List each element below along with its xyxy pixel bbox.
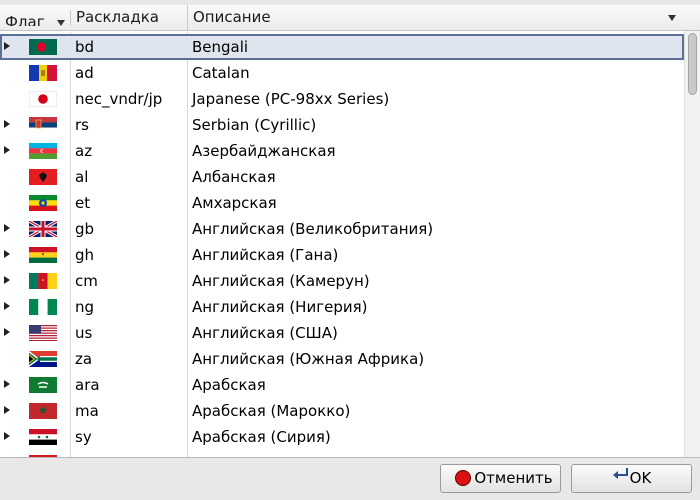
- list-row[interactable]: az Азербайджанская: [0, 138, 684, 164]
- list-row[interactable]: sy Арабская (Сирия): [0, 424, 684, 450]
- list-row[interactable]: cm Английская (Камерун): [0, 268, 684, 294]
- ok-button[interactable]: OK: [571, 464, 692, 493]
- layout-code: ma: [75, 402, 99, 420]
- layout-code: sy: [75, 428, 92, 446]
- flag-us-icon: [29, 325, 57, 341]
- scrollbar-thumb[interactable]: [688, 33, 697, 95]
- list-rows: bd Bengali ad Catalan nec_vndr/jp Japanese (P…: [0, 32, 684, 457]
- layout-description: Арабская (Марокко): [192, 402, 351, 420]
- flag-sy-icon: [29, 429, 57, 445]
- expander-arrow-icon[interactable]: [4, 276, 10, 284]
- layout-description: Английская (Нигерия): [192, 298, 368, 316]
- layout-code: ad: [75, 64, 94, 82]
- ok-label: OK: [629, 469, 652, 487]
- expander-arrow-icon[interactable]: [4, 302, 10, 310]
- flag-al-icon: [29, 169, 57, 185]
- layout-description: Английская (Гана): [192, 246, 339, 264]
- layout-code: gb: [75, 220, 95, 238]
- flag-ng-icon: [29, 299, 57, 315]
- layout-description: Английская (Южная Африка): [192, 350, 425, 368]
- layout-description: Английская (США): [192, 324, 338, 342]
- cancel-icon: [455, 469, 472, 486]
- list-row[interactable]: za Английская (Южная Африка): [0, 346, 684, 372]
- flag-et-icon: [29, 195, 57, 211]
- list-row[interactable]: ad Catalan: [0, 60, 684, 86]
- layout-code: cm: [75, 272, 98, 290]
- column-menu-arrow-icon: [668, 15, 676, 21]
- list-header: Флаг Раскладка Описание: [0, 5, 700, 31]
- flag-ara-icon: [29, 377, 57, 393]
- layout-description: Английская (Великобритания): [192, 220, 434, 238]
- layout-description: Bengali: [192, 38, 249, 56]
- list-row[interactable]: ara Арабская: [0, 372, 684, 398]
- expander-arrow-icon[interactable]: [4, 224, 10, 232]
- layout-code: rs: [75, 116, 89, 134]
- flag-rs-icon: [29, 117, 57, 133]
- list-row[interactable]: us Английская (США): [0, 320, 684, 346]
- flag-za-icon: [29, 351, 57, 367]
- column-header-flag-label: Флаг: [5, 13, 45, 26]
- list-row[interactable]: gb Английская (Великобритания): [0, 216, 684, 242]
- list-row[interactable]: А: [0, 450, 684, 457]
- layout-code: bd: [75, 38, 95, 56]
- layout-code: az: [75, 142, 93, 160]
- expander-arrow-icon[interactable]: [4, 406, 10, 414]
- layout-description: Арабская: [192, 376, 266, 394]
- list-row[interactable]: rs Serbian (Cyrillic): [0, 112, 684, 138]
- layout-code: al: [75, 168, 89, 186]
- expander-arrow-icon[interactable]: [4, 42, 10, 50]
- list-row[interactable]: gh Английская (Гана): [0, 242, 684, 268]
- list-row[interactable]: nec_vndr/jp Japanese (PC-98xx Series): [0, 86, 684, 112]
- layout-description: Албанская: [192, 168, 276, 186]
- layout-code: za: [75, 350, 93, 368]
- enter-arrow-icon: [612, 463, 630, 490]
- flag-az-icon: [29, 143, 57, 159]
- cancel-button[interactable]: Отменить: [440, 464, 561, 493]
- flag-bd-icon: [29, 39, 57, 55]
- list-row[interactable]: et Амхарская: [0, 190, 684, 216]
- flag-ad-icon: [29, 65, 57, 81]
- flag-gh-icon: [29, 247, 57, 263]
- flag-partial-icon: [29, 455, 57, 457]
- column-header-description[interactable]: Описание: [188, 5, 684, 31]
- column-header-layout-label: Раскладка: [76, 8, 159, 26]
- layout-code: us: [75, 324, 93, 342]
- cancel-label: Отменить: [474, 469, 553, 487]
- flag-gb-icon: [29, 221, 57, 237]
- list-row[interactable]: ma Арабская (Марокко): [0, 398, 684, 424]
- layout-description: Амхарская: [192, 194, 277, 212]
- flag-cm-icon: [29, 273, 57, 289]
- column-header-layout[interactable]: Раскладка: [71, 5, 188, 31]
- layout-description: Catalan: [192, 64, 250, 82]
- column-header-description-label: Описание: [193, 8, 271, 26]
- layout-list[interactable]: Флаг Раскладка Описание bd Bengali ad Catal…: [0, 5, 700, 458]
- list-row[interactable]: al Албанская: [0, 164, 684, 190]
- layout-description: Serbian (Cyrillic): [192, 116, 317, 134]
- layout-code: et: [75, 194, 91, 212]
- expander-arrow-icon[interactable]: [4, 328, 10, 336]
- layout-description: Japanese (PC-98xx Series): [192, 90, 390, 108]
- flag-ma-icon: [29, 403, 57, 419]
- expander-arrow-icon[interactable]: [4, 250, 10, 258]
- expander-arrow-icon[interactable]: [4, 146, 10, 154]
- expander-arrow-icon[interactable]: [4, 432, 10, 440]
- layout-code: ng: [75, 298, 95, 316]
- column-header-flag[interactable]: Флаг: [0, 10, 71, 26]
- layout-description: Английская (Камерун): [192, 272, 370, 290]
- layout-code: gh: [75, 246, 95, 264]
- expander-arrow-icon[interactable]: [4, 380, 10, 388]
- expander-arrow-icon[interactable]: [4, 120, 10, 128]
- vertical-scrollbar[interactable]: [684, 31, 700, 457]
- list-row[interactable]: ng Английская (Нигерия): [0, 294, 684, 320]
- sort-down-icon: [57, 20, 65, 26]
- layout-description: Арабская (Сирия): [192, 428, 331, 446]
- layout-code: ara: [75, 376, 100, 394]
- layout-description: Азербайджанская: [192, 142, 336, 160]
- flag-jp-icon: [29, 91, 57, 107]
- list-row[interactable]: bd Bengali: [0, 34, 684, 60]
- layout-code: nec_vndr/jp: [75, 90, 163, 108]
- layout-description: А: [192, 450, 202, 457]
